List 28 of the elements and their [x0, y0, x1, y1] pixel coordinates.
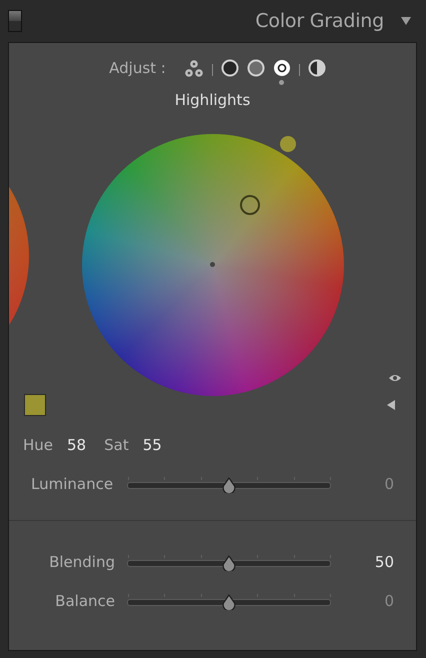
shadows-icon[interactable]	[220, 59, 239, 77]
eye-icon[interactable]	[388, 373, 402, 383]
collapse-icon[interactable]	[400, 16, 412, 26]
slider-label: Luminance	[30, 475, 114, 493]
midtones-icon[interactable]	[246, 59, 265, 77]
hue-handle[interactable]	[280, 136, 296, 152]
color-swatch[interactable]	[24, 394, 46, 416]
adjust-label: Adjust :	[109, 58, 166, 79]
center-dot	[210, 262, 215, 267]
selected-dot	[279, 80, 284, 85]
slider-thumb[interactable]	[222, 477, 236, 493]
global-icon[interactable]	[308, 59, 326, 77]
slider-value[interactable]: 50	[374, 553, 394, 571]
sat-value[interactable]: 55	[142, 436, 162, 454]
slider-thumb[interactable]	[222, 555, 236, 571]
sat-label: Sat	[104, 436, 129, 454]
panel-title: Color Grading	[255, 10, 384, 32]
slider-label: Balance	[54, 592, 115, 610]
hue-value[interactable]: 58	[67, 436, 86, 454]
saturation-handle[interactable]	[240, 195, 260, 215]
highlights-icon[interactable]	[272, 59, 291, 77]
mode-title: Highlights	[174, 90, 252, 110]
slider-thumb[interactable]	[222, 594, 236, 610]
expand-left-icon[interactable]	[386, 399, 396, 411]
slider-label: Blending	[48, 553, 115, 571]
hue-label: Hue	[23, 436, 54, 454]
panel-toggle-icon[interactable]	[8, 10, 22, 32]
all-wheels-icon[interactable]	[184, 59, 204, 79]
